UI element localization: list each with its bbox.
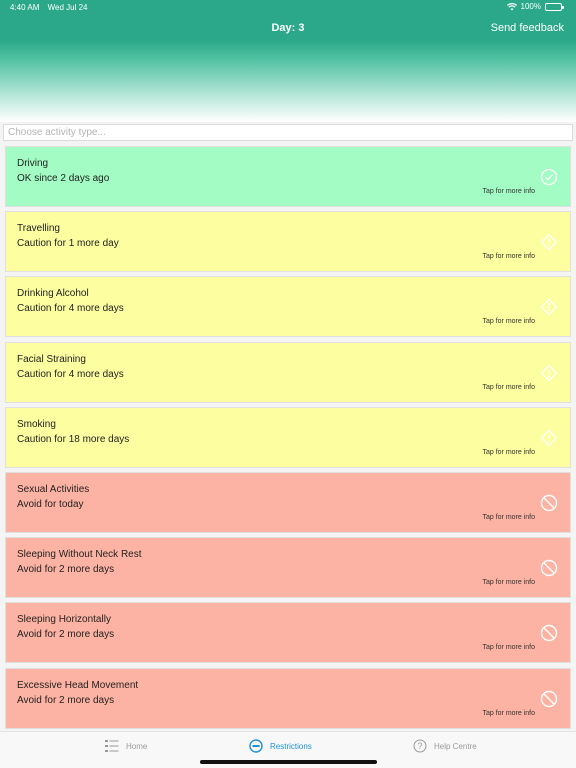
activity-card-smoking[interactable]: Smoking Caution for 18 more days Tap for… (5, 406, 571, 468)
activity-status: Avoid for 2 more days (17, 694, 115, 706)
activity-status: Avoid for 2 more days (17, 564, 115, 576)
more-info-label: Tap for more info (482, 253, 535, 261)
activity-status: OK since 2 days ago (17, 173, 110, 184)
activity-title: Facial Straining (17, 353, 86, 365)
caution-diamond-icon (540, 429, 558, 446)
battery-percent: 100% (520, 2, 541, 11)
status-date: Wed Jul 24 (47, 3, 88, 12)
tab-help-centre-label: Help Centre (434, 741, 477, 751)
more-info-label: Tap for more info (482, 709, 535, 717)
more-info-label: Tap for more info (482, 644, 535, 652)
activity-card-sleeping-horizontally[interactable]: Sleeping Horizontally Avoid for 2 more d… (5, 602, 571, 664)
activity-card-sexual-activities[interactable]: Sexual Activities Avoid for today Tap fo… (5, 471, 571, 533)
page-title: Day: 3 (271, 22, 305, 34)
activity-card-excessive-head-movement[interactable]: Excessive Head Movement Avoid for 2 more… (5, 667, 571, 729)
activity-title: Travelling (17, 223, 60, 235)
prohibited-icon (540, 559, 558, 577)
minus-circle-icon (249, 739, 263, 753)
activity-list: Driving OK since 2 days ago Tap for more… (5, 146, 571, 733)
caution-diamond-icon (540, 234, 558, 251)
tab-home[interactable]: Home (105, 739, 147, 753)
activity-status: Avoid for 2 more days (17, 629, 115, 641)
activity-title: Sleeping Without Neck Rest (17, 549, 142, 561)
more-info-label: Tap for more info (482, 383, 535, 391)
activity-card-drinking-alcohol[interactable]: Drinking Alcohol Caution for 4 more days… (5, 276, 571, 338)
caution-diamond-icon (540, 299, 558, 316)
activity-card-facial-straining[interactable]: Facial Straining Caution for 4 more days… (5, 341, 571, 403)
question-circle-icon: ? (413, 739, 427, 753)
activity-title: Smoking (17, 418, 56, 430)
wifi-icon (506, 2, 517, 10)
more-info-label: Tap for more info (482, 188, 535, 195)
status-time: 4:40 AM Wed Jul 24 (10, 3, 87, 12)
prohibited-icon (540, 625, 558, 642)
tab-help-centre[interactable]: ? Help Centre (413, 739, 477, 753)
activity-type-search-input[interactable] (3, 124, 573, 141)
activity-status: Caution for 4 more days (17, 368, 124, 380)
activity-card-sleeping-without-neck-rest[interactable]: Sleeping Without Neck Rest Avoid for 2 m… (5, 537, 571, 599)
more-info-label: Tap for more info (482, 318, 535, 326)
more-info-label: Tap for more info (482, 448, 535, 456)
activity-card-driving[interactable]: Driving OK since 2 days ago Tap for more… (5, 146, 571, 207)
home-indicator (200, 760, 377, 764)
status-right: 100% (506, 2, 564, 11)
activity-status: Caution for 4 more days (17, 303, 124, 315)
more-info-label: Tap for more info (482, 579, 535, 587)
tab-restrictions[interactable]: Restrictions (249, 739, 312, 753)
activity-status: Caution for 1 more day (17, 238, 119, 250)
activity-title: Sleeping Horizontally (17, 614, 111, 626)
status-time-value: 4:40 AM (10, 3, 40, 12)
status-bar: 4:40 AM Wed Jul 24 100% (0, 0, 576, 14)
prohibited-icon (540, 690, 558, 707)
tab-restrictions-label: Restrictions (270, 741, 312, 751)
prohibited-icon (540, 494, 558, 512)
header: 4:40 AM Wed Jul 24 100% Day: 3 Send feed… (0, 0, 576, 122)
battery-icon (545, 2, 564, 11)
more-info-label: Tap for more info (482, 513, 535, 521)
activity-title: Drinking Alcohol (17, 288, 89, 300)
activity-status: Avoid for today (17, 498, 84, 510)
caution-diamond-icon (540, 364, 558, 381)
list-icon (105, 740, 119, 752)
activity-card-travelling[interactable]: Travelling Caution for 1 more day Tap fo… (5, 211, 571, 273)
send-feedback-button[interactable]: Send feedback (491, 22, 564, 34)
activity-title: Excessive Head Movement (17, 679, 139, 691)
activity-title: Driving (17, 158, 49, 169)
check-circle-icon (540, 168, 558, 186)
svg-text:?: ? (417, 741, 422, 751)
activity-title: Sexual Activities (17, 483, 90, 495)
activity-status: Caution for 18 more days (17, 433, 130, 445)
tab-home-label: Home (126, 741, 148, 751)
